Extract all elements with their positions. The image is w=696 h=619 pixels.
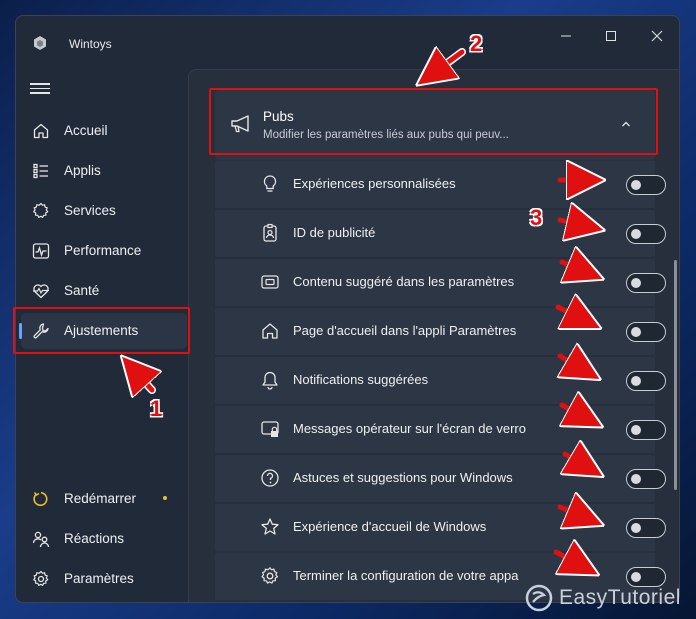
arrow-to-ajustements (134, 370, 152, 390)
watermark: EasyTutoriel (524, 584, 694, 614)
watermark-text: EasyTutoriel (559, 586, 681, 609)
arrow-to-pubs (432, 52, 465, 74)
annotation-arrows (0, 0, 696, 619)
watermark-logo-icon (525, 584, 553, 612)
